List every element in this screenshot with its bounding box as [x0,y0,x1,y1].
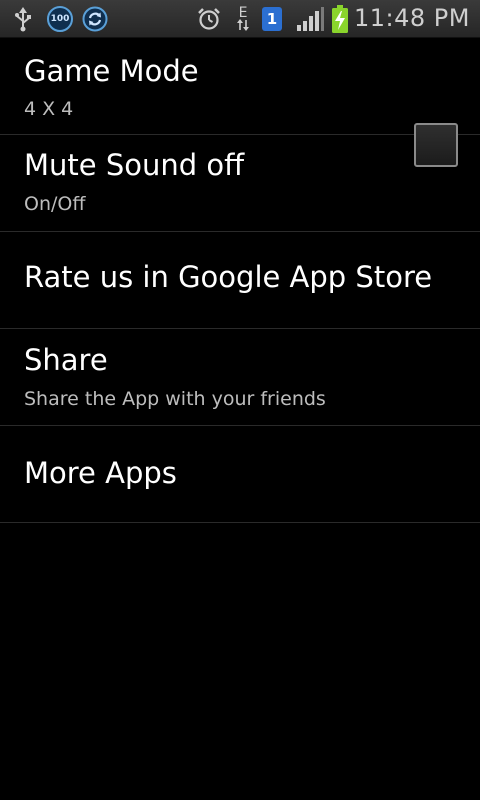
pref-rate-title: Rate us in Google App Store [24,260,433,294]
sim-slot-label: 1 [262,7,282,31]
alarm-icon [195,5,223,33]
pref-mute-sound-title: Mute Sound off [24,148,245,182]
pref-game-mode[interactable]: Game Mode 4 X 4 [0,38,480,135]
pref-game-mode-title: Game Mode [24,54,199,88]
usb-icon [12,5,34,33]
pref-share-summary: Share the App with your friends [24,388,326,410]
preferences-list: Game Mode 4 X 4 Mute Sound off On/Off Ra… [0,38,480,523]
pref-share-title: Share [24,343,108,377]
data-transfer-icon: E [234,5,252,33]
pref-more-apps-title: More Apps [24,456,177,490]
battery-charging-icon [330,5,350,33]
pref-rate[interactable]: Rate us in Google App Store [0,232,480,329]
pref-share[interactable]: Share Share the App with your friends [0,329,480,426]
badge-100-label: 100 [47,6,73,32]
pref-mute-sound[interactable]: Mute Sound off On/Off [0,135,480,232]
network-type-label: E [238,5,248,21]
sim-icon: 1 [261,5,283,33]
battery-100-icon: 100 [46,5,74,33]
pref-game-mode-summary: 4 X 4 [24,98,74,120]
sync-icon [81,5,109,33]
pref-mute-sound-summary: On/Off [24,193,86,215]
status-clock: 11:48 PM [354,4,470,32]
mute-sound-checkbox[interactable] [414,123,458,167]
pref-more-apps[interactable]: More Apps [0,426,480,523]
signal-icon [295,5,325,33]
status-bar: 100 E 1 11:48 PM [0,0,480,38]
